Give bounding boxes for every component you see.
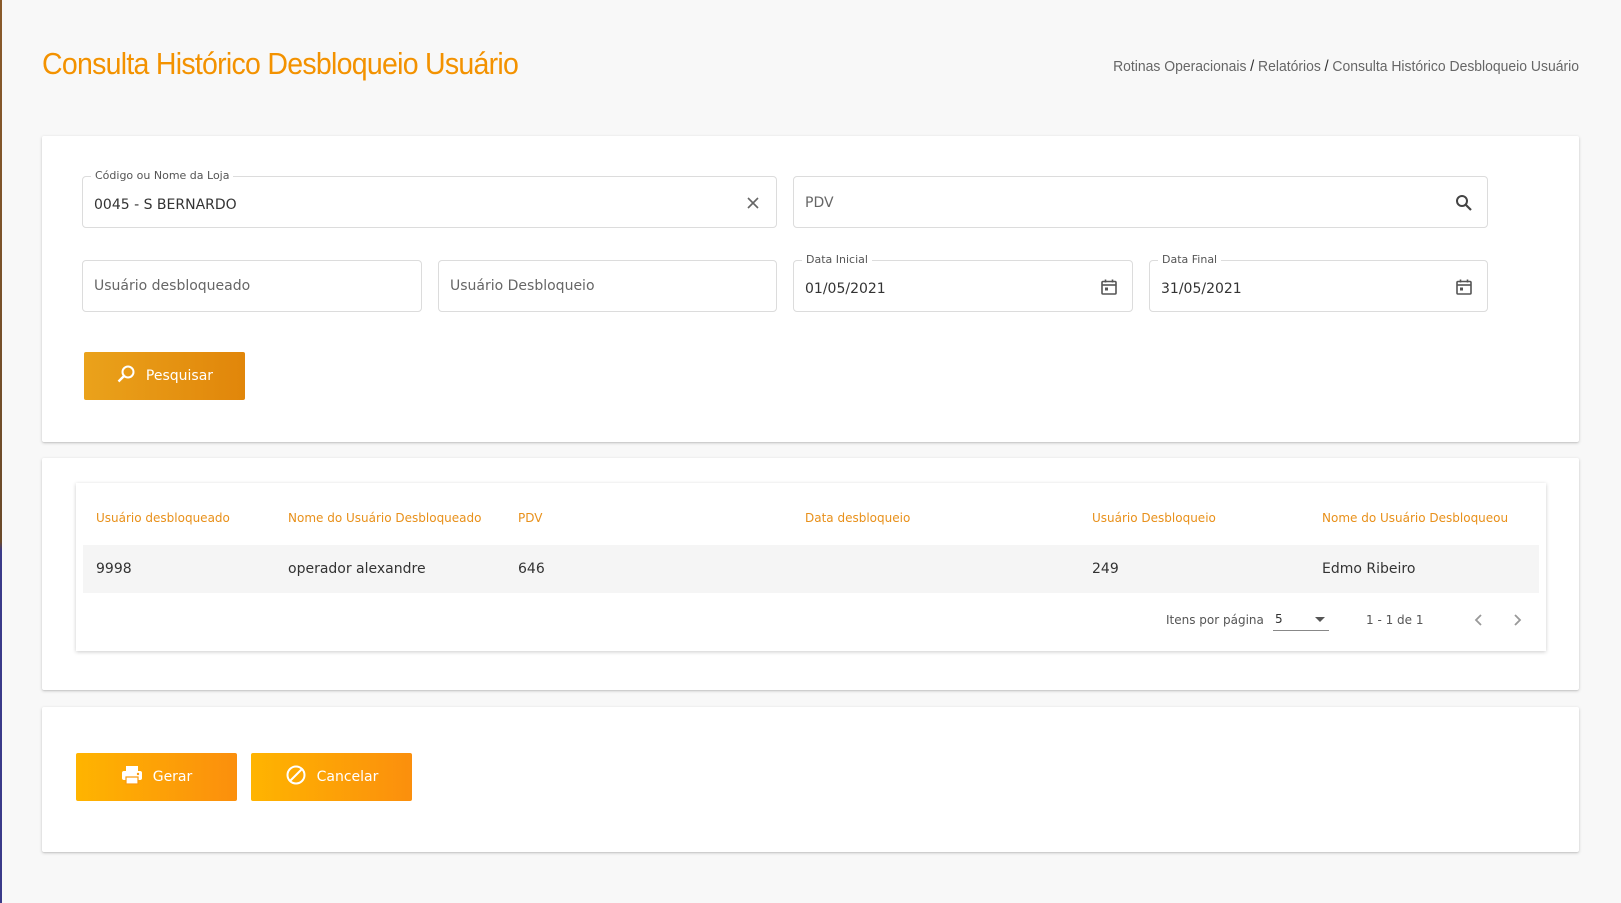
table-row[interactable]: 9998 operador alexandre 646 249 Edmo Rib… [83, 545, 1539, 593]
chevron-down-icon [1315, 617, 1325, 622]
table-cell: 9998 [96, 561, 132, 577]
unlocked-user-field[interactable]: Usuário desbloqueado [82, 260, 422, 312]
generate-button[interactable]: Gerar [76, 753, 237, 801]
cancel-icon [285, 764, 307, 790]
pdv-field-placeholder: PDV [805, 195, 834, 211]
store-field-value[interactable]: 0045 - S BERNARDO [94, 197, 237, 213]
breadcrumb-item-current: Consulta Histórico Desbloqueio Usuário [1332, 58, 1579, 75]
chevron-right-icon [1514, 614, 1522, 626]
cancel-button[interactable]: Cancelar [251, 753, 412, 801]
results-card: Usuário desbloqueado Nome do Usuário Des… [42, 458, 1579, 690]
pdv-field[interactable]: PDV [793, 176, 1488, 228]
column-header[interactable]: Nome do Usuário Desbloqueado [288, 511, 481, 525]
next-page-button[interactable] [1504, 607, 1530, 633]
breadcrumb-item[interactable]: Rotinas Operacionais [1113, 58, 1246, 75]
column-header[interactable]: Nome do Usuário Desbloqueou [1322, 511, 1508, 525]
search-button[interactable]: Pesquisar [84, 352, 245, 400]
unlocked-user-placeholder: Usuário desbloqueado [94, 278, 251, 294]
column-header[interactable]: Usuário desbloqueado [96, 511, 230, 525]
breadcrumb-separator: / [1324, 58, 1329, 75]
store-field-label: Código ou Nome da Loja [91, 169, 234, 182]
calendar-icon[interactable] [1453, 276, 1475, 298]
table-cell: 646 [518, 561, 545, 577]
breadcrumb: Rotinas Operacionais / Relatórios / Consulta… [1113, 58, 1579, 76]
column-header[interactable]: PDV [518, 511, 542, 525]
items-per-page-label: Itens por página [1166, 613, 1264, 627]
breadcrumb-item[interactable]: Relatórios [1258, 58, 1321, 75]
page-size-value: 5 [1275, 612, 1283, 626]
page-title: Consulta Histórico Desbloqueio Usuário [42, 46, 519, 81]
search-icon[interactable] [1453, 192, 1475, 214]
close-icon[interactable] [742, 192, 764, 214]
window-edge [0, 0, 2, 903]
results-table: Usuário desbloqueado Nome do Usuário Des… [76, 483, 1546, 651]
calendar-icon[interactable] [1098, 276, 1120, 298]
start-date-label: Data Inicial [802, 253, 872, 266]
cancel-button-label: Cancelar [316, 769, 379, 785]
breadcrumb-separator: / [1250, 58, 1255, 75]
unlock-user-field[interactable]: Usuário Desbloqueio [438, 260, 777, 312]
printer-icon [121, 765, 143, 789]
filters-card: Código ou Nome da Loja 0045 - S BERNARDO… [42, 136, 1579, 442]
previous-page-button[interactable] [1466, 607, 1492, 633]
table-cell: operador alexandre [288, 561, 426, 577]
column-header[interactable]: Usuário Desbloqueio [1092, 511, 1216, 525]
generate-button-label: Gerar [152, 769, 193, 785]
table-cell: Edmo Ribeiro [1322, 561, 1416, 577]
end-date-field[interactable]: Data Final 31/05/2021 [1149, 253, 1488, 312]
range-label: 1 - 1 de 1 [1366, 613, 1424, 627]
search-button-label: Pesquisar [145, 368, 214, 384]
end-date-label: Data Final [1158, 253, 1222, 266]
store-field[interactable]: Código ou Nome da Loja 0045 - S BERNARDO [82, 169, 777, 228]
unlock-user-placeholder: Usuário Desbloqueio [450, 278, 595, 294]
end-date-value[interactable]: 31/05/2021 [1161, 281, 1242, 297]
start-date-value[interactable]: 01/05/2021 [805, 281, 886, 297]
start-date-field[interactable]: Data Inicial 01/05/2021 [793, 253, 1133, 312]
chevron-left-icon [1474, 614, 1482, 626]
actions-card: Gerar Cancelar [42, 707, 1579, 852]
column-header[interactable]: Data desbloqueio [805, 511, 910, 525]
search-icon [116, 364, 136, 388]
page-size-select[interactable]: 5 [1273, 607, 1329, 631]
table-cell: 249 [1092, 561, 1119, 577]
